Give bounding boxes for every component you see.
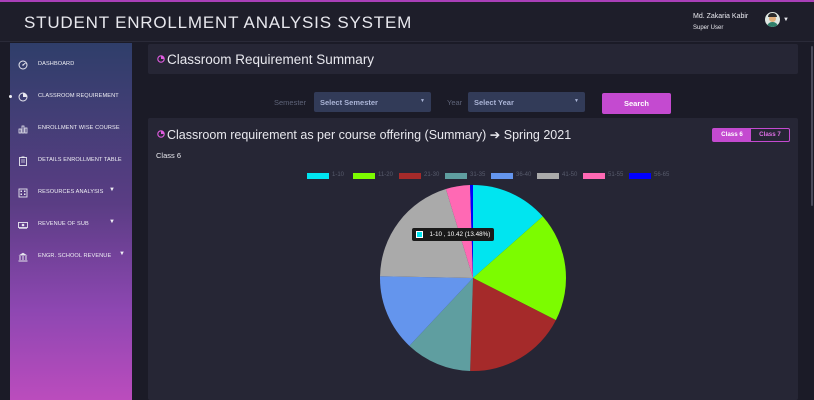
sidebar: DASHBOARD CLASSROOM REQUIREMENT ENROLLME… <box>9 43 132 400</box>
user-role: Super User <box>693 25 724 31</box>
year-select-value: Select Year <box>474 98 514 107</box>
building-icon <box>18 188 28 198</box>
pie-chart-icon <box>157 55 165 63</box>
sidebar-item-engr-school-revenue[interactable]: ENGR. SCHOOL REVENUE ▼ <box>10 249 132 269</box>
clipboard-icon <box>19 156 27 166</box>
semester-select[interactable]: Select Semester ▼ <box>314 92 431 112</box>
legend-swatch <box>399 173 421 179</box>
page-header: Classroom Requirement Summary <box>148 44 798 74</box>
legend-swatch <box>583 173 605 179</box>
chart-legend: 1-10 11-20 21-30 31-35 36-40 41-50 51-55 56-65 <box>148 171 798 181</box>
sidebar-item-label: REVENUE OF SUB <box>38 221 89 227</box>
sidebar-item-label: ENROLLMENT WISE COURSE <box>38 125 120 131</box>
chart-tooltip: 1-10 , 10.42 (13.48%) <box>412 228 495 241</box>
chevron-down-icon: ▼ <box>574 98 579 104</box>
legend-swatch <box>491 173 513 179</box>
pie-chart <box>380 185 566 372</box>
legend-label: 1-10 <box>332 172 345 178</box>
chart-panel: Classroom requirement as per course offe… <box>148 118 798 400</box>
legend-label: 31-35 <box>470 172 486 178</box>
sidebar-item-label: DASHBOARD <box>38 61 75 67</box>
legend-swatch <box>629 173 651 179</box>
user-name: Md. Zakaria Kabir <box>693 13 749 20</box>
semester-label: Semester <box>274 98 307 107</box>
legend-label: 21-30 <box>424 172 440 178</box>
legend-label: 56-65 <box>654 172 670 178</box>
legend-label: 41-50 <box>562 172 578 178</box>
user-menu-caret-icon[interactable]: ▼ <box>783 17 789 23</box>
legend-label: 36-40 <box>516 172 532 178</box>
filter-bar: Semester Select Semester ▼ Year Select Y… <box>148 82 798 114</box>
legend-label: 51-55 <box>608 172 624 178</box>
tooltip-text: 1-10 , 10.42 (13.48%) <box>429 231 491 238</box>
year-select[interactable]: Select Year ▼ <box>468 92 585 112</box>
sidebar-item-label: ENGR. SCHOOL REVENUE <box>38 253 112 259</box>
chevron-down-icon: ▼ <box>109 219 115 225</box>
chevron-down-icon: ▼ <box>109 187 115 193</box>
search-button[interactable]: Search <box>602 93 671 114</box>
page-title: Classroom Requirement Summary <box>167 52 375 67</box>
year-label: Year <box>447 98 463 107</box>
legend-swatch <box>537 173 559 179</box>
bank-icon <box>18 252 28 262</box>
semester-select-value: Select Semester <box>320 98 378 107</box>
legend-label: 11-20 <box>378 172 393 178</box>
chevron-down-icon: ▼ <box>119 251 125 257</box>
sidebar-item-label: RESOURCES ANALYSIS <box>38 189 104 195</box>
legend-swatch <box>353 173 375 179</box>
money-icon <box>18 222 28 229</box>
pie-chart-icon <box>18 92 28 102</box>
sidebar-item-details-enrollment-table[interactable]: DETAILS ENROLLMENT TABLE <box>10 153 132 173</box>
tooltip-swatch <box>416 231 423 238</box>
sidebar-item-label: DETAILS ENROLLMENT TABLE <box>38 157 122 163</box>
user-avatar-icon[interactable] <box>765 12 780 27</box>
top-bar: STUDENT ENROLLMENT ANALYSIS SYSTEM Md. Z… <box>0 0 814 42</box>
sidebar-item-revenue-of-sub[interactable]: REVENUE OF SUB ▼ <box>10 217 132 237</box>
chevron-down-icon: ▼ <box>420 98 425 104</box>
page-scrollbar[interactable] <box>808 42 814 400</box>
sidebar-item-dashboard[interactable]: DASHBOARD <box>10 57 132 77</box>
sidebar-item-enrollment-wise-course[interactable]: ENROLLMENT WISE COURSE <box>10 121 132 141</box>
sidebar-item-resources-analysis[interactable]: RESOURCES ANALYSIS ▼ <box>10 185 132 205</box>
scrollbar-thumb[interactable] <box>811 46 813 206</box>
app-title: STUDENT ENROLLMENT ANALYSIS SYSTEM <box>24 13 413 32</box>
bar-chart-icon <box>18 125 28 134</box>
legend-swatch <box>445 173 467 179</box>
dashboard-gauge-icon <box>18 60 28 70</box>
active-indicator <box>9 95 12 98</box>
sidebar-item-classroom-requirement[interactable]: CLASSROOM REQUIREMENT <box>9 89 132 109</box>
sidebar-item-label: CLASSROOM REQUIREMENT <box>38 93 119 99</box>
legend-swatch <box>307 173 329 179</box>
